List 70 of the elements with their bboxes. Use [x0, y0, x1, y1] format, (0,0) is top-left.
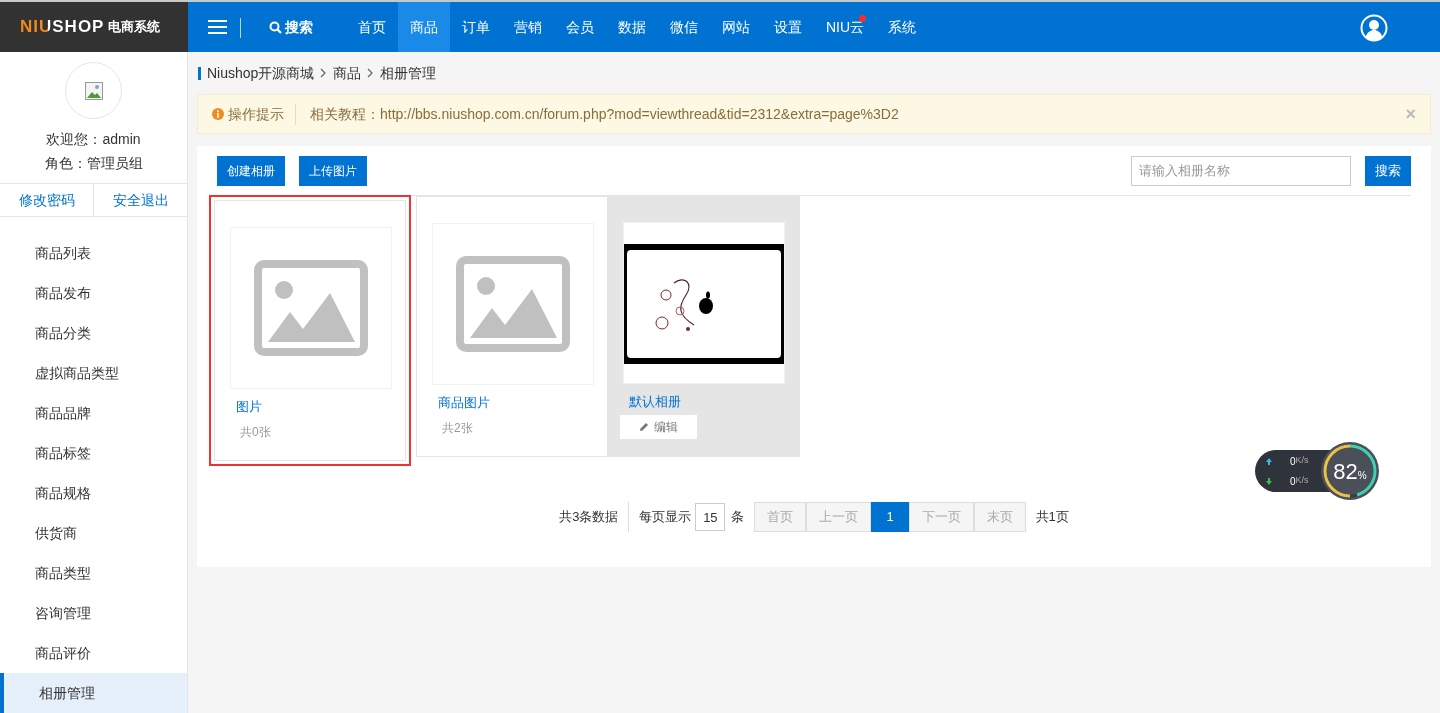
sidebar-item[interactable]: 商品发布: [0, 273, 187, 313]
sidebar-item[interactable]: 商品列表: [0, 233, 187, 273]
nav-tab[interactable]: 订单: [450, 2, 502, 52]
per-page-unit: 条: [731, 508, 745, 527]
speed-unit: K/s: [1295, 454, 1309, 468]
tip-text: 相关教程：http://bbs.niushop.com.cn/forum.php?mod=viewthread&tid=2312&extra=page%3D2: [310, 104, 899, 124]
welcome-text: 欢迎您：admin: [45, 130, 142, 149]
album-card[interactable]: 商品图片 共2张: [416, 196, 608, 457]
search-link[interactable]: 搜索: [269, 2, 313, 52]
speed-unit: K/s: [1295, 474, 1309, 488]
total-text: 共3条数据: [559, 502, 630, 532]
page-count: 共1页: [1035, 508, 1069, 527]
sidebar-item[interactable]: 咨询管理: [0, 593, 187, 633]
sidebar-item[interactable]: 商品评价: [0, 633, 187, 673]
breadcrumb-item: 相册管理: [380, 63, 437, 83]
info-icon: [212, 108, 224, 120]
broken-image-icon: [84, 81, 103, 100]
arrow-up-icon: [1265, 456, 1273, 466]
arrow-down-icon: [1265, 476, 1273, 486]
image-placeholder-icon: [254, 260, 368, 356]
nav-tab[interactable]: 会员: [554, 2, 606, 52]
album-name[interactable]: 图片: [230, 397, 390, 417]
album-name[interactable]: 默认相册: [623, 392, 785, 412]
sidebar-item[interactable]: 商品分类: [0, 313, 187, 353]
pencil-icon: [639, 421, 649, 432]
per-page-label: 每页显示: [639, 508, 692, 527]
breadcrumb-item[interactable]: 商品: [333, 62, 362, 84]
sidebar-item[interactable]: 相册管理: [0, 673, 187, 713]
image-placeholder-icon: [456, 256, 570, 352]
tip-title: 操作提示: [228, 104, 284, 124]
nav-tab[interactable]: 商品: [398, 2, 450, 52]
sidebar-item[interactable]: 虚拟商品类型: [0, 353, 187, 393]
search-field[interactable]: 请输入相册名称: [1131, 155, 1351, 186]
sidebar-item[interactable]: 商品标签: [0, 433, 187, 473]
album-count: 共0张: [239, 423, 272, 441]
chevron-icon: [367, 68, 375, 78]
gauge-percent: 82: [1333, 457, 1358, 486]
toolbar-button[interactable]: 创建相册: [217, 155, 285, 186]
sidebar-link[interactable]: 安全退出: [94, 184, 187, 216]
menu-icon[interactable]: [208, 19, 227, 35]
nav-tab[interactable]: NIU云: [814, 2, 877, 52]
nav-tab[interactable]: 设置: [762, 2, 814, 52]
search-icon: [269, 20, 282, 34]
user-avatar-icon[interactable]: [1360, 14, 1388, 42]
sidebar-item[interactable]: 商品规格: [0, 473, 187, 513]
chevron-icon: [320, 68, 328, 78]
per-page-field[interactable]: 15: [695, 503, 726, 531]
edit-button[interactable]: 编辑: [620, 414, 697, 439]
nav-tab[interactable]: 网站: [710, 2, 762, 52]
page-button[interactable]: 1: [871, 502, 909, 532]
breadcrumb-item[interactable]: Niushop开源商城: [207, 62, 315, 84]
album-count: 共2张: [441, 419, 474, 437]
nav-tab[interactable]: 营销: [502, 2, 554, 52]
nav-tab[interactable]: 微信: [658, 2, 710, 52]
gauge-percent-sign: %: [1357, 469, 1367, 483]
role-text: 角色：管理员组: [43, 154, 144, 173]
nav-tab[interactable]: 首页: [346, 2, 398, 52]
toolbar-button[interactable]: 上传图片: [299, 155, 367, 186]
album-name[interactable]: 商品图片: [432, 393, 592, 413]
sidebar-link[interactable]: 修改密码: [0, 184, 94, 216]
sidebar-item[interactable]: 商品类型: [0, 553, 187, 593]
album-card[interactable]: 默认相册 编辑: [608, 196, 800, 457]
speed-value: 0: [1290, 454, 1296, 469]
sidebar-item[interactable]: 商品品牌: [0, 393, 187, 433]
sidebar-item[interactable]: 供货商: [0, 513, 187, 553]
logo-subtitle: 电商系统: [108, 18, 161, 37]
nav-tab[interactable]: 数据: [606, 2, 658, 52]
nav-tab[interactable]: 系统: [876, 2, 929, 52]
search-button[interactable]: 搜索: [1365, 155, 1411, 186]
speed-value: 0: [1290, 474, 1296, 489]
